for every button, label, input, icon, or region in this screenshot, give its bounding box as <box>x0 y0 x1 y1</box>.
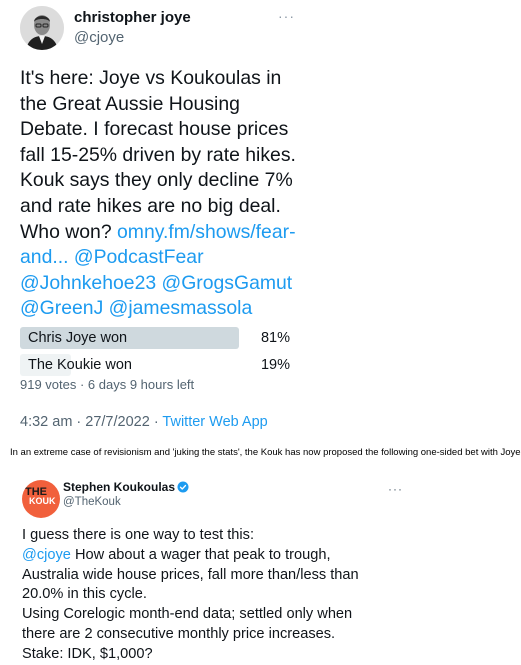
podcast-link-cont[interactable]: and... <box>20 246 69 268</box>
display-name[interactable]: christopher joye <box>74 9 191 26</box>
poll-option-percent: 19% <box>260 357 290 373</box>
text-line: 20.0% in this cycle. <box>22 586 147 603</box>
tweet-text: It's here: Joye vs Koukoulas in the Grea… <box>20 66 320 322</box>
poll-option: The Koukie won 19% <box>20 354 300 378</box>
tweet-text: I guess there is one way to test this: @… <box>22 526 402 665</box>
text-line: I guess there is one way to test this: <box>22 527 254 543</box>
text-line: the Great Aussie Housing <box>20 92 240 115</box>
poll-option-label: The Koukie won <box>28 357 132 373</box>
poll: Chris Joye won 81% The Koukie won 19% <box>20 327 300 381</box>
verified-badge-icon <box>177 481 189 493</box>
text-line: Australia wide house prices, fall more t… <box>22 566 359 583</box>
timestamp-text[interactable]: 4:32 am · 27/7/2022 · <box>20 414 162 430</box>
mention-cjoye[interactable]: @cjoye <box>22 547 71 563</box>
poll-option: Chris Joye won 81% <box>20 327 300 351</box>
mention-podcastfear[interactable]: @PodcastFear <box>74 246 204 268</box>
avatar-portrait <box>20 6 64 50</box>
text-line: Who won? omny.fm/shows/fear- <box>20 220 320 246</box>
poll-option-label: Chris Joye won <box>28 330 128 346</box>
avatar-joye[interactable] <box>20 6 64 50</box>
more-options-icon[interactable]: ··· <box>388 482 403 496</box>
poll-meta: 919 votes · 6 days 9 hours left <box>20 377 195 392</box>
text-line: Using Corelogic month-end data; settled … <box>22 606 353 623</box>
logo-text: KOUK <box>29 496 56 506</box>
source-link[interactable]: Twitter Web App <box>162 414 267 430</box>
text-line: Kouk says they only decline 7% <box>20 169 293 192</box>
tweet-timestamp: 4:32 am · 27/7/2022 · Twitter Web App <box>20 414 268 430</box>
podcast-link[interactable]: omny.fm/shows/fear- <box>117 221 296 243</box>
avatar-thekouk-logo[interactable]: THE KOUK <box>22 480 60 518</box>
more-options-icon[interactable]: ··· <box>278 8 295 24</box>
tweet-koukoulas: THE KOUK Stephen Koukoulas @TheKouk ··· … <box>0 468 521 662</box>
text-line: Debate. I forecast house prices <box>20 118 289 141</box>
display-name[interactable]: Stephen Koukoulas <box>63 480 189 494</box>
mentions-line[interactable]: @GreenJ @jamesmassola <box>20 296 320 322</box>
text-line: there are 2 consecutive monthly price in… <box>22 625 336 642</box>
text-line: @cjoye How about a wager that peak to tr… <box>22 546 402 566</box>
text-line: and... @PodcastFear <box>20 245 320 271</box>
handle[interactable]: @cjoye <box>74 29 124 46</box>
text-line: It's here: Joye vs Koukoulas in <box>20 67 282 89</box>
handle[interactable]: @TheKouk <box>63 496 121 508</box>
poll-option-percent: 81% <box>260 330 290 346</box>
text-fragment: Who won? <box>20 220 118 243</box>
text-line: fall 15-25% driven by rate hikes. <box>20 143 296 166</box>
display-name-text: Stephen Koukoulas <box>63 480 176 494</box>
text-fragment: How about a wager that peak to trough, <box>70 546 331 563</box>
text-line: Stake: IDK, $1,000? <box>22 645 153 662</box>
mentions-line[interactable]: @Johnkehoe23 @GrogsGamut <box>20 271 320 297</box>
caption: In an extreme case of revisionism and 'j… <box>10 447 521 458</box>
text-line: and rate hikes are no big deal. <box>20 194 281 217</box>
tweet-joye: christopher joye @cjoye ··· It's here: J… <box>0 0 521 440</box>
